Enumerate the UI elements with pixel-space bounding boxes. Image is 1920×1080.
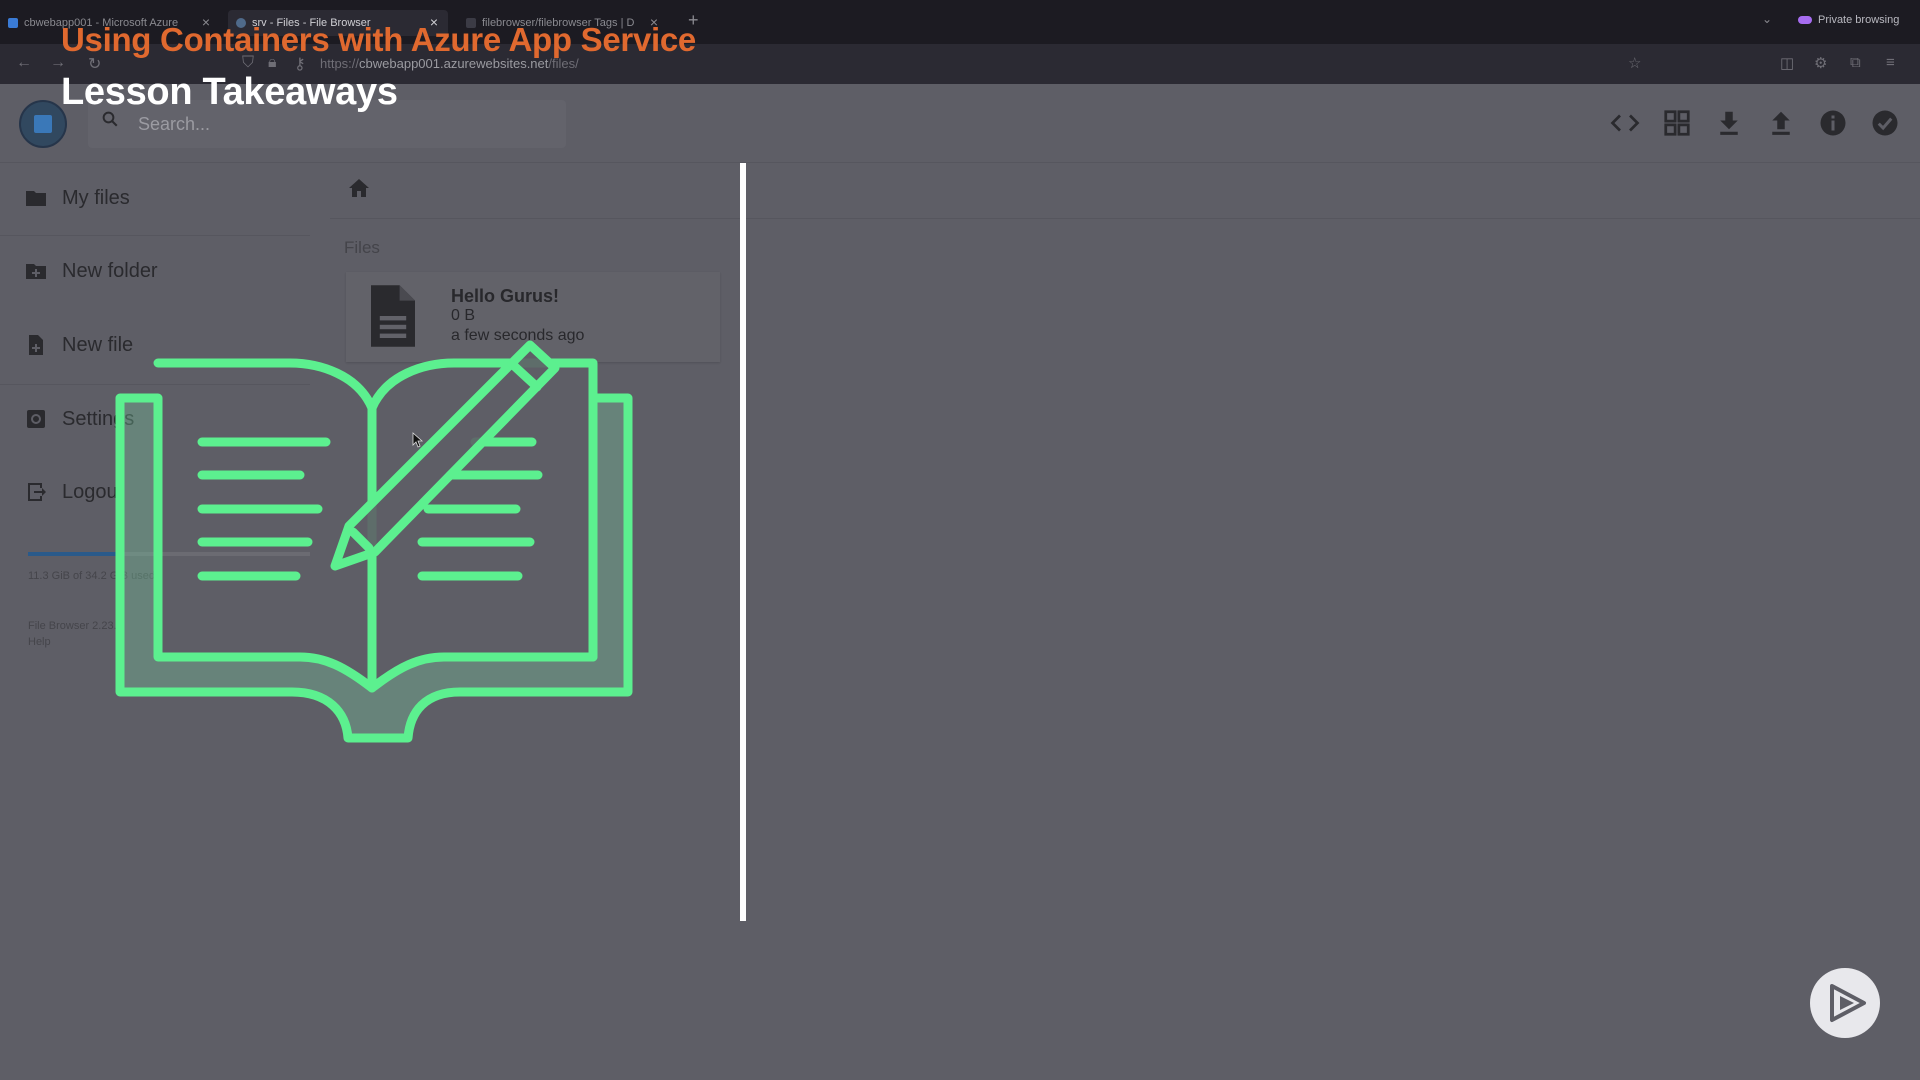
upload-icon[interactable]	[1766, 108, 1796, 138]
sidebar-item-logout[interactable]: Logout	[24, 477, 123, 507]
pluralsight-play-icon	[1830, 984, 1866, 1022]
download-icon[interactable]	[1714, 108, 1744, 138]
breadcrumb-divider	[330, 218, 1920, 219]
folder-icon	[26, 191, 46, 206]
check-circle-icon[interactable]	[1870, 108, 1900, 138]
filebrowser-logo[interactable]	[19, 100, 67, 148]
help-link[interactable]: Help	[28, 634, 123, 650]
info-icon[interactable]	[1818, 108, 1848, 138]
version-label: File Browser 2.23.0	[28, 620, 123, 632]
sidebar-item-new-folder[interactable]: New folder	[24, 256, 158, 286]
sidebar-item-label: New folder	[62, 259, 158, 282]
file-name: Hello Gurus!	[451, 286, 560, 306]
book-pencil-icon	[115, 340, 633, 743]
menu-icon[interactable]: ≡	[1886, 54, 1895, 71]
azure-icon	[8, 18, 18, 28]
code-icon[interactable]	[1610, 108, 1640, 138]
private-browsing-label: Private browsing	[1818, 14, 1900, 26]
private-browsing-indicator: Private browsing	[1798, 14, 1899, 26]
back-icon[interactable]: ←	[16, 54, 32, 72]
course-title: Using Containers with Azure App Service	[61, 21, 696, 58]
grid-view-icon[interactable]	[1662, 108, 1692, 138]
extensions-puzzle-icon[interactable]: ⧉	[1850, 54, 1861, 71]
sidebar-item-label: My files	[62, 186, 130, 209]
overlay-divider	[740, 163, 746, 921]
private-mask-icon	[1798, 16, 1812, 24]
play-badge[interactable]	[1810, 968, 1880, 1038]
lesson-title: Lesson Takeaways	[61, 71, 398, 113]
mouse-cursor-icon	[412, 432, 424, 448]
home-icon[interactable]	[346, 176, 372, 200]
chevron-down-icon[interactable]: ⌄	[1762, 12, 1772, 26]
search-input[interactable]	[136, 110, 540, 138]
files-section-title: Files	[344, 238, 380, 257]
app-footer: File Browser 2.23.0 Help	[28, 618, 123, 650]
new-file-icon	[29, 335, 43, 355]
new-folder-icon	[26, 264, 46, 279]
bookmark-star-icon[interactable]: ☆	[1628, 54, 1641, 72]
sidebar-divider	[0, 235, 310, 236]
settings-icon	[27, 410, 45, 428]
logout-icon	[28, 483, 46, 501]
extension-icon[interactable]: ⚙	[1814, 54, 1827, 72]
pocket-icon[interactable]: ◫	[1780, 54, 1794, 72]
storage-usage-fill	[28, 552, 122, 556]
sidebar-item-my-files[interactable]: My files	[24, 183, 130, 213]
